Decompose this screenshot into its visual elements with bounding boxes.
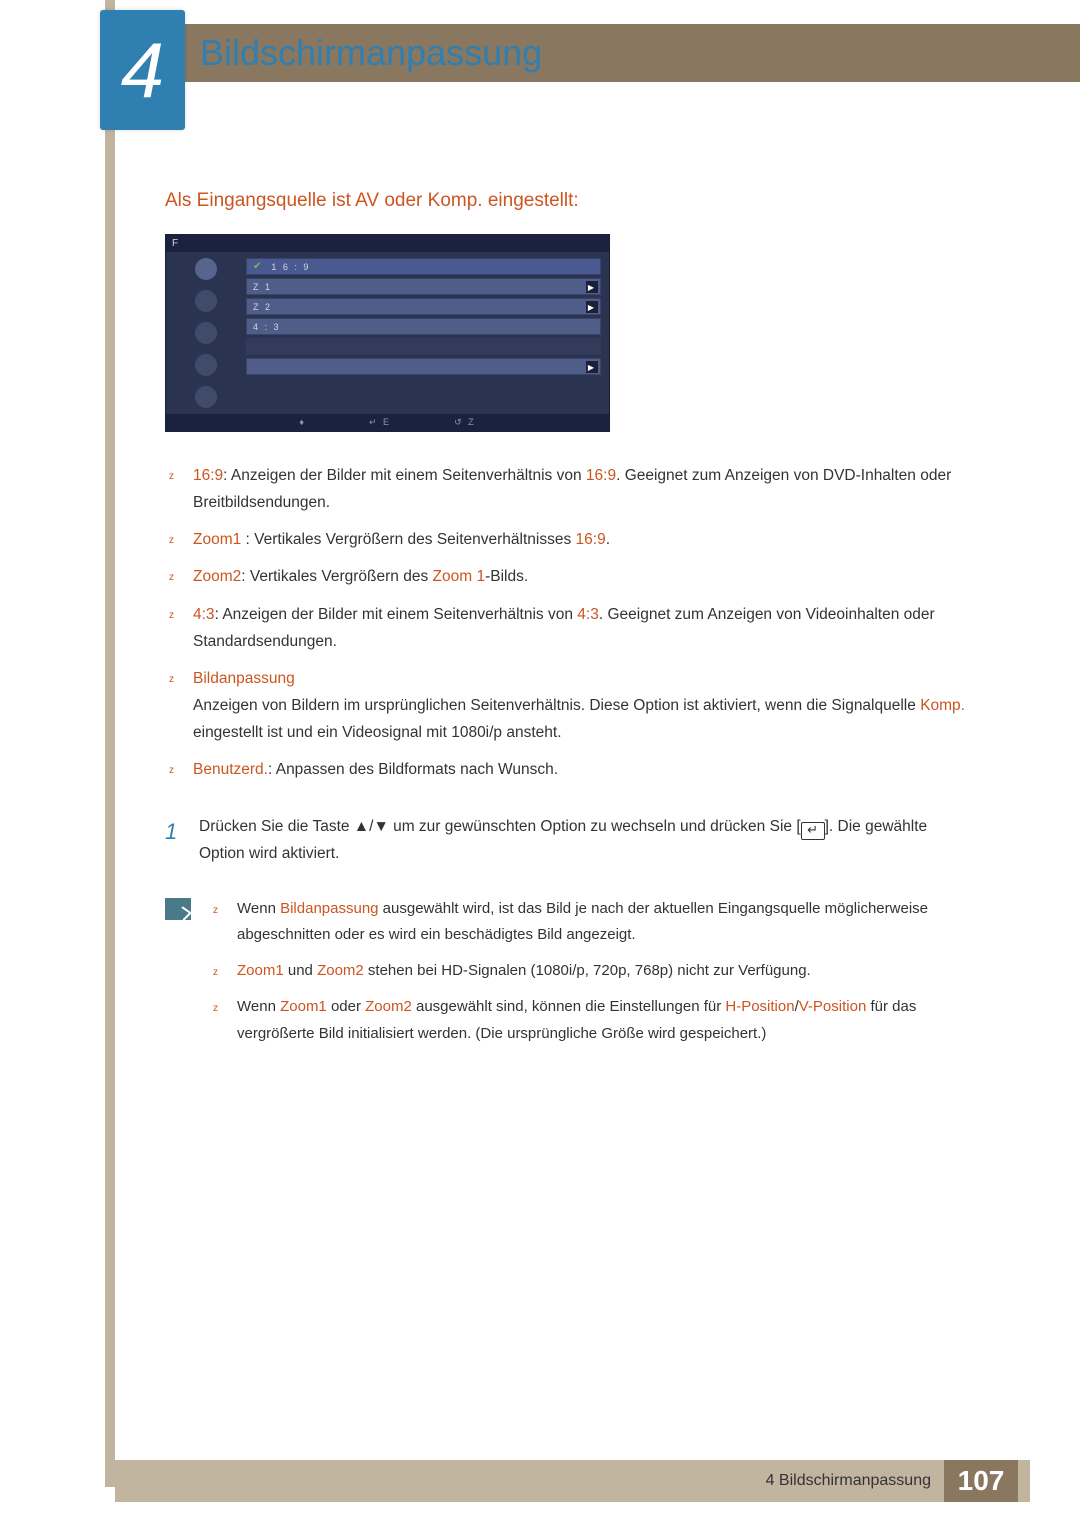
note-block: Wenn Bildanpassung ausgewählt wird, ist …	[165, 896, 975, 1057]
hl-komp: Komp.	[920, 697, 965, 714]
list-item: Zoom1 : Vertikales Vergrößern des Seiten…	[165, 526, 975, 553]
arrow-right-icon: ▶	[586, 361, 598, 373]
hl-hposition: H-Position	[725, 998, 794, 1015]
osd-footer-mid: E	[383, 417, 391, 427]
osd-footer-return-icon: ↺	[454, 417, 468, 427]
text: ausgewählt sind, können die Einstellunge…	[412, 998, 726, 1015]
hl-bildanpassung: Bildanpassung	[280, 900, 378, 917]
osd-icon-pip	[195, 386, 217, 408]
note-list: Wenn Bildanpassung ausgewählt wird, ist …	[209, 896, 975, 1057]
list-item: 4:3: Anzeigen der Bilder mit einem Seite…	[165, 601, 975, 655]
text: und	[284, 962, 317, 979]
list-item: Zoom1 und Zoom2 stehen bei HD-Signalen (…	[209, 958, 975, 984]
text: Wenn	[237, 998, 280, 1015]
footer-bar: 4 Bildschirmanpassung	[115, 1460, 945, 1502]
text: .	[606, 531, 610, 548]
osd-row-4-3: 4 : 3	[246, 318, 601, 335]
osd-main: 1 6 : 9 Z 1 ▶ Z 2 ▶ 4 : 3 ▶	[246, 252, 609, 414]
bullet-list: 16:9: Anzeigen der Bilder mit einem Seit…	[165, 462, 975, 783]
hl-vposition: V-Position	[799, 998, 867, 1015]
osd-row-label: Z 1	[253, 282, 272, 292]
hl-zoom1: Zoom 1	[433, 568, 486, 585]
arrow-right-icon: ▶	[586, 281, 598, 293]
osd-row-custom: ▶	[246, 358, 601, 375]
step-number: 1	[165, 813, 181, 867]
chapter-title: Bildschirmanpassung	[200, 32, 542, 74]
hl-16-9: 16:9	[586, 467, 616, 484]
osd-icon-setup	[195, 354, 217, 376]
osd-icon-source	[195, 290, 217, 312]
left-stripe	[105, 0, 115, 1487]
osd-footer-right: Z	[468, 417, 476, 427]
page: 4 Bildschirmanpassung Als Eingangsquelle…	[0, 0, 1080, 1527]
osd-row-label: 1 6 : 9	[271, 262, 310, 272]
hl-16-9: 16:9	[193, 467, 223, 484]
chapter-number: 4	[121, 25, 164, 116]
hl-bildanpassung: Bildanpassung	[193, 670, 295, 687]
text: oder	[327, 998, 365, 1015]
enter-icon	[801, 822, 825, 840]
list-item: Wenn Zoom1 oder Zoom2 ausgewählt sind, k…	[209, 994, 975, 1047]
text: : Anzeigen der Bilder mit einem Seitenve…	[215, 606, 578, 623]
hl-4-3: 4:3	[577, 606, 599, 623]
page-number: 107	[944, 1460, 1018, 1502]
hl-zoom2: Zoom2	[317, 962, 364, 979]
text: : Anzeigen der Bilder mit einem Seitenve…	[223, 467, 586, 484]
osd-row-16-9: 1 6 : 9	[246, 258, 601, 275]
osd-icon-picture	[195, 258, 217, 280]
hl-zoom1: Zoom1	[280, 998, 327, 1015]
hl-4-3: 4:3	[193, 606, 215, 623]
text: : Vertikales Vergrößern des Seitenverhäl…	[241, 531, 575, 548]
osd-sidebar	[166, 252, 246, 414]
text: Anzeigen von Bildern im ursprünglichen S…	[193, 697, 920, 714]
text: -Bilds.	[485, 568, 528, 585]
step-1: 1 Drücken Sie die Taste ▲/▼ um zur gewün…	[165, 813, 975, 867]
list-item: Wenn Bildanpassung ausgewählt wird, ist …	[209, 896, 975, 949]
hl-zoom2: Zoom2	[365, 998, 412, 1015]
hl-16-9b data-bind: 16:9	[576, 531, 606, 548]
step-text: Drücken Sie die Taste ▲/▼ um zur gewünsc…	[199, 813, 975, 867]
osd-row-fit	[246, 338, 601, 355]
osd-body: 1 6 : 9 Z 1 ▶ Z 2 ▶ 4 : 3 ▶	[166, 252, 609, 414]
footer-text: 4 Bildschirmanpassung	[766, 1472, 931, 1490]
osd-title: F	[166, 235, 609, 252]
osd-footer-nav: ♦	[299, 417, 310, 427]
hl-zoom2: Zoom2	[193, 568, 241, 585]
text: stehen bei HD-Signalen (1080i/p, 720p, 7…	[364, 962, 811, 979]
footer-right-stripe	[1018, 1460, 1030, 1502]
list-item: 16:9: Anzeigen der Bilder mit einem Seit…	[165, 462, 975, 516]
list-item: Zoom2: Vertikales Vergrößern des Zoom 1-…	[165, 563, 975, 590]
osd-row-label: Z 2	[253, 302, 272, 312]
text: eingestellt ist und ein Videosignal mit …	[193, 724, 562, 741]
content-area: Als Eingangsquelle ist AV oder Komp. ein…	[165, 190, 975, 1057]
note-icon	[165, 898, 191, 920]
section-heading: Als Eingangsquelle ist AV oder Komp. ein…	[165, 190, 975, 212]
text: : Vertikales Vergrößern des	[241, 568, 432, 585]
chapter-tab: 4	[100, 10, 185, 130]
osd-footer-enter-icon: ↵	[369, 417, 383, 427]
osd-menu: F 1 6 : 9 Z 1 ▶ Z 2 ▶ 4 : 3	[165, 234, 610, 432]
text: Wenn	[237, 900, 280, 917]
hl-benutzerd: Benutzerd.	[193, 761, 268, 778]
arrow-right-icon: ▶	[586, 301, 598, 313]
hl-zoom1: Zoom1	[193, 531, 241, 548]
hl-zoom1: Zoom1	[237, 962, 284, 979]
list-item: Benutzerd.: Anpassen des Bildformats nac…	[165, 756, 975, 783]
text: : Anpassen des Bildformats nach Wunsch.	[268, 761, 558, 778]
osd-footer: ♦ ↵ E ↺ Z	[166, 414, 609, 431]
osd-row-zoom1: Z 1 ▶	[246, 278, 601, 295]
osd-row-zoom2: Z 2 ▶	[246, 298, 601, 315]
text: Drücken Sie die Taste ▲/▼ um zur gewünsc…	[199, 818, 801, 835]
osd-icon-time	[195, 322, 217, 344]
osd-row-label: 4 : 3	[253, 322, 281, 332]
list-item: Bildanpassung Anzeigen von Bildern im ur…	[165, 665, 975, 746]
